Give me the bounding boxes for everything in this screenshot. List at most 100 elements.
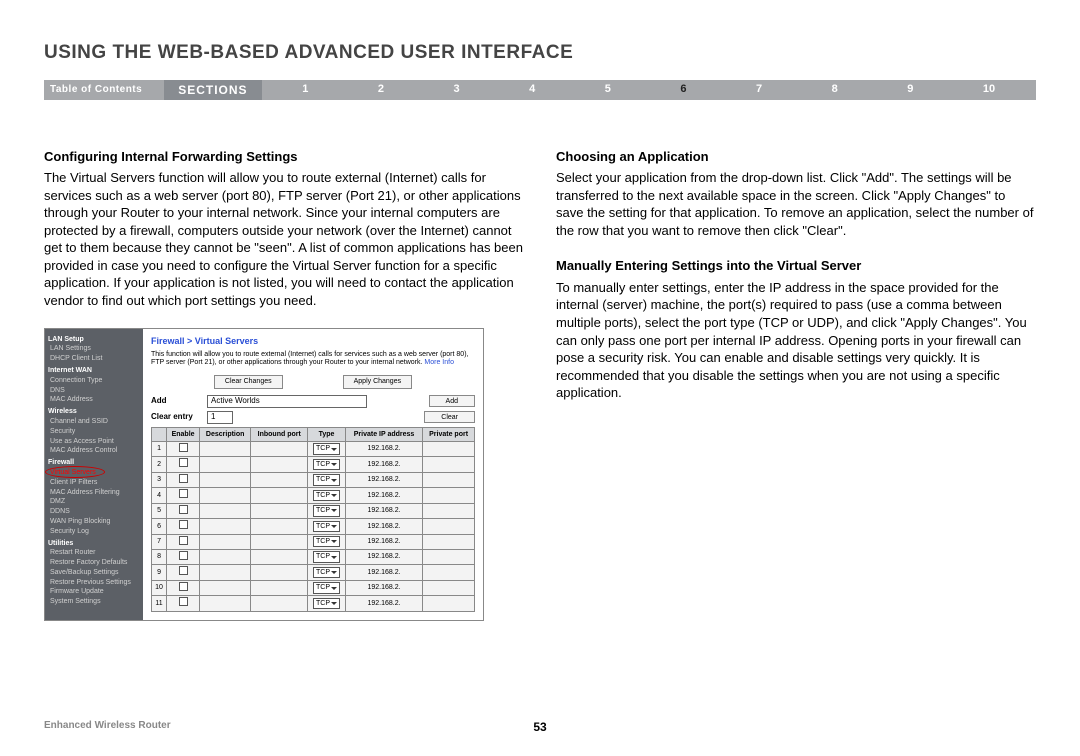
sidebar-item[interactable]: Security Log — [48, 527, 140, 537]
private-ip-cell[interactable]: 192.168.2. — [345, 503, 422, 518]
description-cell[interactable] — [200, 519, 251, 534]
section-link-10[interactable]: 10 — [983, 82, 995, 97]
enable-checkbox[interactable] — [179, 520, 188, 529]
type-select[interactable]: TCP — [313, 582, 340, 593]
inbound-port-cell[interactable] — [251, 457, 308, 472]
type-select[interactable]: TCP — [313, 459, 340, 470]
sidebar-item[interactable]: WAN Ping Blocking — [48, 517, 140, 527]
type-select[interactable]: TCP — [313, 474, 340, 485]
private-port-cell[interactable] — [423, 519, 475, 534]
private-port-cell[interactable] — [423, 457, 475, 472]
sidebar-item[interactable]: Restart Router — [48, 548, 140, 558]
type-select[interactable]: TCP — [313, 551, 340, 562]
inbound-port-cell[interactable] — [251, 580, 308, 595]
sidebar-item[interactable]: Restore Previous Settings — [48, 578, 140, 588]
description-cell[interactable] — [200, 503, 251, 518]
description-cell[interactable] — [200, 596, 251, 611]
toc-link[interactable]: Table of Contents — [50, 83, 142, 97]
sidebar-item[interactable]: MAC Address Control — [48, 446, 140, 456]
type-select[interactable]: TCP — [313, 598, 340, 609]
private-ip-cell[interactable]: 192.168.2. — [345, 565, 422, 580]
sidebar-item[interactable]: Client IP Filters — [48, 478, 140, 488]
private-port-cell[interactable] — [423, 472, 475, 487]
private-ip-cell[interactable]: 192.168.2. — [345, 488, 422, 503]
description-cell[interactable] — [200, 565, 251, 580]
description-cell[interactable] — [200, 549, 251, 564]
private-ip-cell[interactable]: 192.168.2. — [345, 519, 422, 534]
inbound-port-cell[interactable] — [251, 488, 308, 503]
sidebar-item[interactable]: LAN Settings — [48, 344, 140, 354]
description-cell[interactable] — [200, 534, 251, 549]
sidebar-item[interactable]: System Settings — [48, 597, 140, 607]
type-select[interactable]: TCP — [313, 505, 340, 516]
enable-checkbox[interactable] — [179, 536, 188, 545]
private-port-cell[interactable] — [423, 565, 475, 580]
inbound-port-cell[interactable] — [251, 549, 308, 564]
inbound-port-cell[interactable] — [251, 565, 308, 580]
clear-changes-button[interactable]: Clear Changes — [214, 375, 283, 388]
description-cell[interactable] — [200, 580, 251, 595]
sidebar-item[interactable]: DMZ — [48, 497, 140, 507]
more-info-link[interactable]: More Info — [424, 359, 454, 366]
section-link-2[interactable]: 2 — [378, 82, 384, 97]
section-link-1[interactable]: 1 — [302, 82, 308, 97]
enable-checkbox[interactable] — [179, 597, 188, 606]
clear-entry-select[interactable]: 1 — [207, 411, 233, 424]
description-cell[interactable] — [200, 472, 251, 487]
enable-checkbox[interactable] — [179, 458, 188, 467]
sidebar-item[interactable]: Security — [48, 427, 140, 437]
apply-changes-button[interactable]: Apply Changes — [343, 375, 412, 388]
enable-checkbox[interactable] — [179, 474, 188, 483]
sidebar-item[interactable]: DDNS — [48, 507, 140, 517]
type-select[interactable]: TCP — [313, 536, 340, 547]
section-link-4[interactable]: 4 — [529, 82, 535, 97]
sidebar-item[interactable]: DNS — [48, 386, 140, 396]
sidebar-item[interactable]: Use as Access Point — [48, 437, 140, 447]
inbound-port-cell[interactable] — [251, 534, 308, 549]
clear-button[interactable]: Clear — [424, 411, 475, 423]
section-link-7[interactable]: 7 — [756, 82, 762, 97]
sidebar-item[interactable]: Restore Factory Defaults — [48, 558, 140, 568]
inbound-port-cell[interactable] — [251, 472, 308, 487]
description-cell[interactable] — [200, 457, 251, 472]
enable-checkbox[interactable] — [179, 551, 188, 560]
sidebar-item[interactable]: MAC Address — [48, 395, 140, 405]
inbound-port-cell[interactable] — [251, 441, 308, 456]
section-link-5[interactable]: 5 — [605, 82, 611, 97]
private-ip-cell[interactable]: 192.168.2. — [345, 549, 422, 564]
private-port-cell[interactable] — [423, 503, 475, 518]
private-port-cell[interactable] — [423, 441, 475, 456]
type-select[interactable]: TCP — [313, 490, 340, 501]
section-link-6[interactable]: 6 — [680, 82, 686, 97]
sidebar-item[interactable]: Connection Type — [48, 376, 140, 386]
add-application-select[interactable]: Active Worlds — [207, 395, 367, 408]
private-ip-cell[interactable]: 192.168.2. — [345, 534, 422, 549]
sidebar-item[interactable]: Virtual Servers — [48, 468, 140, 478]
private-ip-cell[interactable]: 192.168.2. — [345, 441, 422, 456]
enable-checkbox[interactable] — [179, 566, 188, 575]
enable-checkbox[interactable] — [179, 505, 188, 514]
description-cell[interactable] — [200, 488, 251, 503]
add-button[interactable]: Add — [429, 395, 475, 407]
inbound-port-cell[interactable] — [251, 519, 308, 534]
type-select[interactable]: TCP — [313, 443, 340, 454]
private-ip-cell[interactable]: 192.168.2. — [345, 596, 422, 611]
private-port-cell[interactable] — [423, 534, 475, 549]
private-port-cell[interactable] — [423, 596, 475, 611]
description-cell[interactable] — [200, 441, 251, 456]
enable-checkbox[interactable] — [179, 582, 188, 591]
private-ip-cell[interactable]: 192.168.2. — [345, 472, 422, 487]
private-port-cell[interactable] — [423, 549, 475, 564]
private-ip-cell[interactable]: 192.168.2. — [345, 457, 422, 472]
section-link-3[interactable]: 3 — [454, 82, 460, 97]
sidebar-item[interactable]: Save/Backup Settings — [48, 568, 140, 578]
private-port-cell[interactable] — [423, 580, 475, 595]
sidebar-item[interactable]: Firmware Update — [48, 587, 140, 597]
sidebar-item[interactable]: Channel and SSID — [48, 417, 140, 427]
type-select[interactable]: TCP — [313, 521, 340, 532]
enable-checkbox[interactable] — [179, 443, 188, 452]
section-link-8[interactable]: 8 — [832, 82, 838, 97]
private-port-cell[interactable] — [423, 488, 475, 503]
sidebar-item[interactable]: MAC Address Filtering — [48, 488, 140, 498]
inbound-port-cell[interactable] — [251, 596, 308, 611]
